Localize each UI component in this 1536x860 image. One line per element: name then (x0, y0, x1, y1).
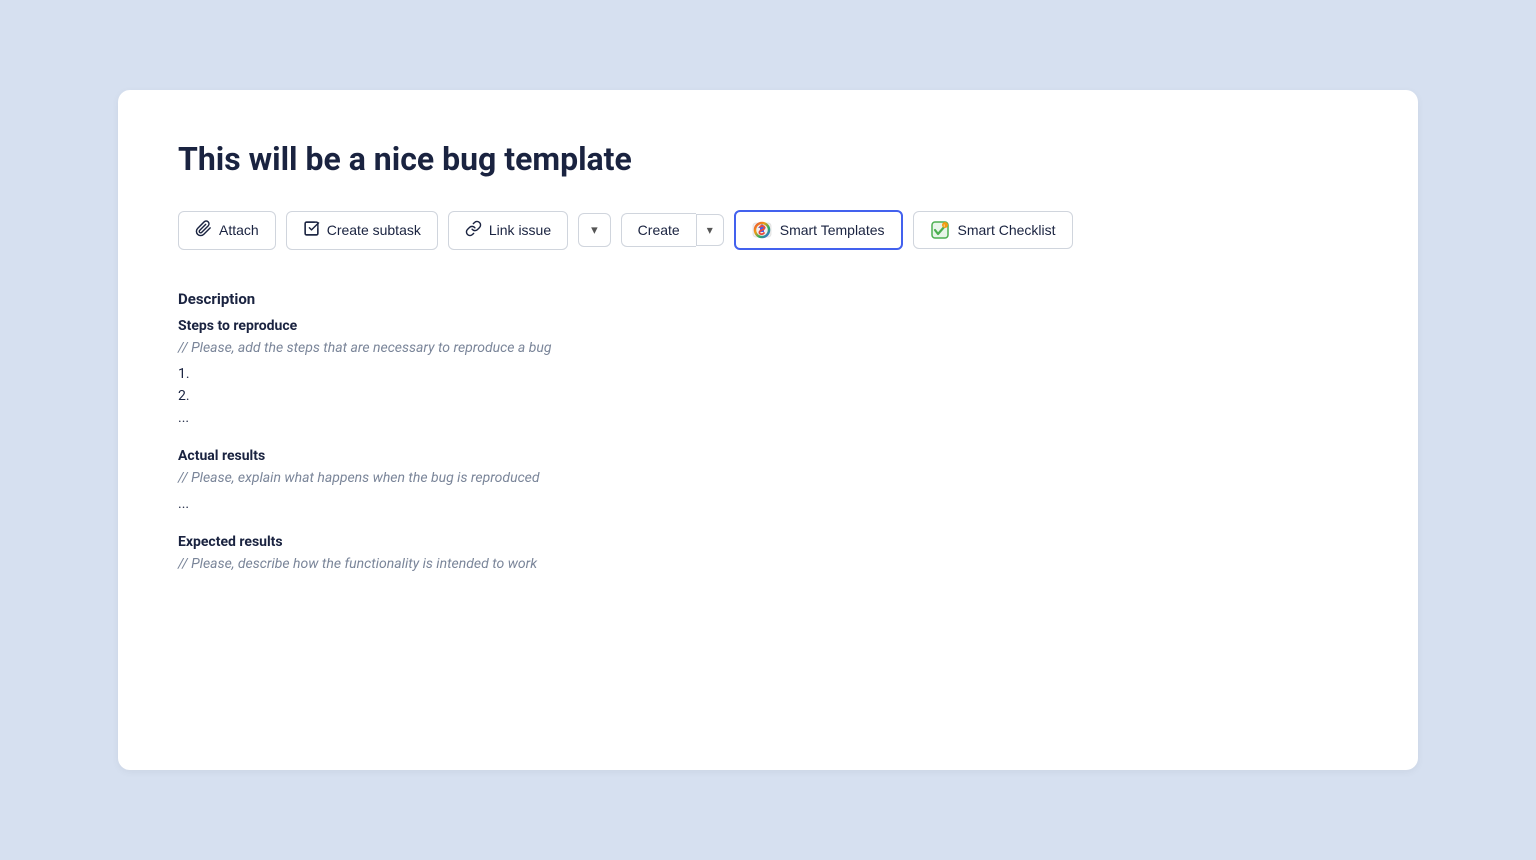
smart-templates-button[interactable]: Smart Templates (734, 210, 903, 250)
create-chevron-down-icon: ▾ (707, 223, 713, 237)
svg-text:!: ! (943, 223, 944, 228)
attach-label: Attach (219, 222, 259, 238)
smart-checklist-label: Smart Checklist (958, 222, 1056, 238)
expected-results-comment: // Please, describe how the functionalit… (178, 556, 1358, 572)
create-chevron-button[interactable]: ▾ (696, 214, 724, 246)
chevron-down-icon: ▾ (591, 222, 598, 237)
steps-heading: Steps to reproduce (178, 318, 1358, 334)
steps-comment: // Please, add the steps that are necess… (178, 340, 1358, 356)
actual-results-ellipsis: ... (178, 496, 1358, 512)
create-label: Create (638, 222, 680, 238)
expected-results-heading: Expected results (178, 534, 1358, 550)
link-issue-label: Link issue (489, 222, 551, 238)
create-group: Create ▾ (621, 213, 724, 247)
actual-results-block: Actual results // Please, explain what h… (178, 448, 1358, 512)
create-subtask-label: Create subtask (327, 222, 421, 238)
smart-templates-label: Smart Templates (780, 222, 885, 238)
link-issue-button[interactable]: Link issue (448, 211, 568, 250)
actual-results-comment: // Please, explain what happens when the… (178, 470, 1358, 486)
chevron-dropdown-button[interactable]: ▾ (578, 213, 611, 247)
steps-to-reproduce-block: Steps to reproduce // Please, add the st… (178, 318, 1358, 426)
link-icon (465, 220, 482, 241)
actual-results-heading: Actual results (178, 448, 1358, 464)
description-section: Description Steps to reproduce // Please… (178, 290, 1358, 572)
attach-button[interactable]: Attach (178, 211, 276, 250)
expected-results-block: Expected results // Please, describe how… (178, 534, 1358, 572)
step-2: 2. (178, 388, 1358, 404)
step-1: 1. (178, 366, 1358, 382)
attach-icon (195, 220, 212, 241)
smart-checklist-icon: ! (930, 220, 950, 240)
toolbar: Attach Create subtask Link issue ▾ (178, 210, 1358, 250)
create-button[interactable]: Create (621, 213, 696, 247)
subtask-icon (303, 220, 320, 241)
smart-templates-icon (752, 220, 772, 240)
page-title: This will be a nice bug template (178, 140, 1358, 178)
smart-checklist-button[interactable]: ! Smart Checklist (913, 211, 1073, 249)
create-subtask-button[interactable]: Create subtask (286, 211, 438, 250)
steps-ellipsis: ... (178, 410, 1358, 426)
main-card: This will be a nice bug template Attach … (118, 90, 1418, 770)
description-heading: Description (178, 290, 1358, 308)
